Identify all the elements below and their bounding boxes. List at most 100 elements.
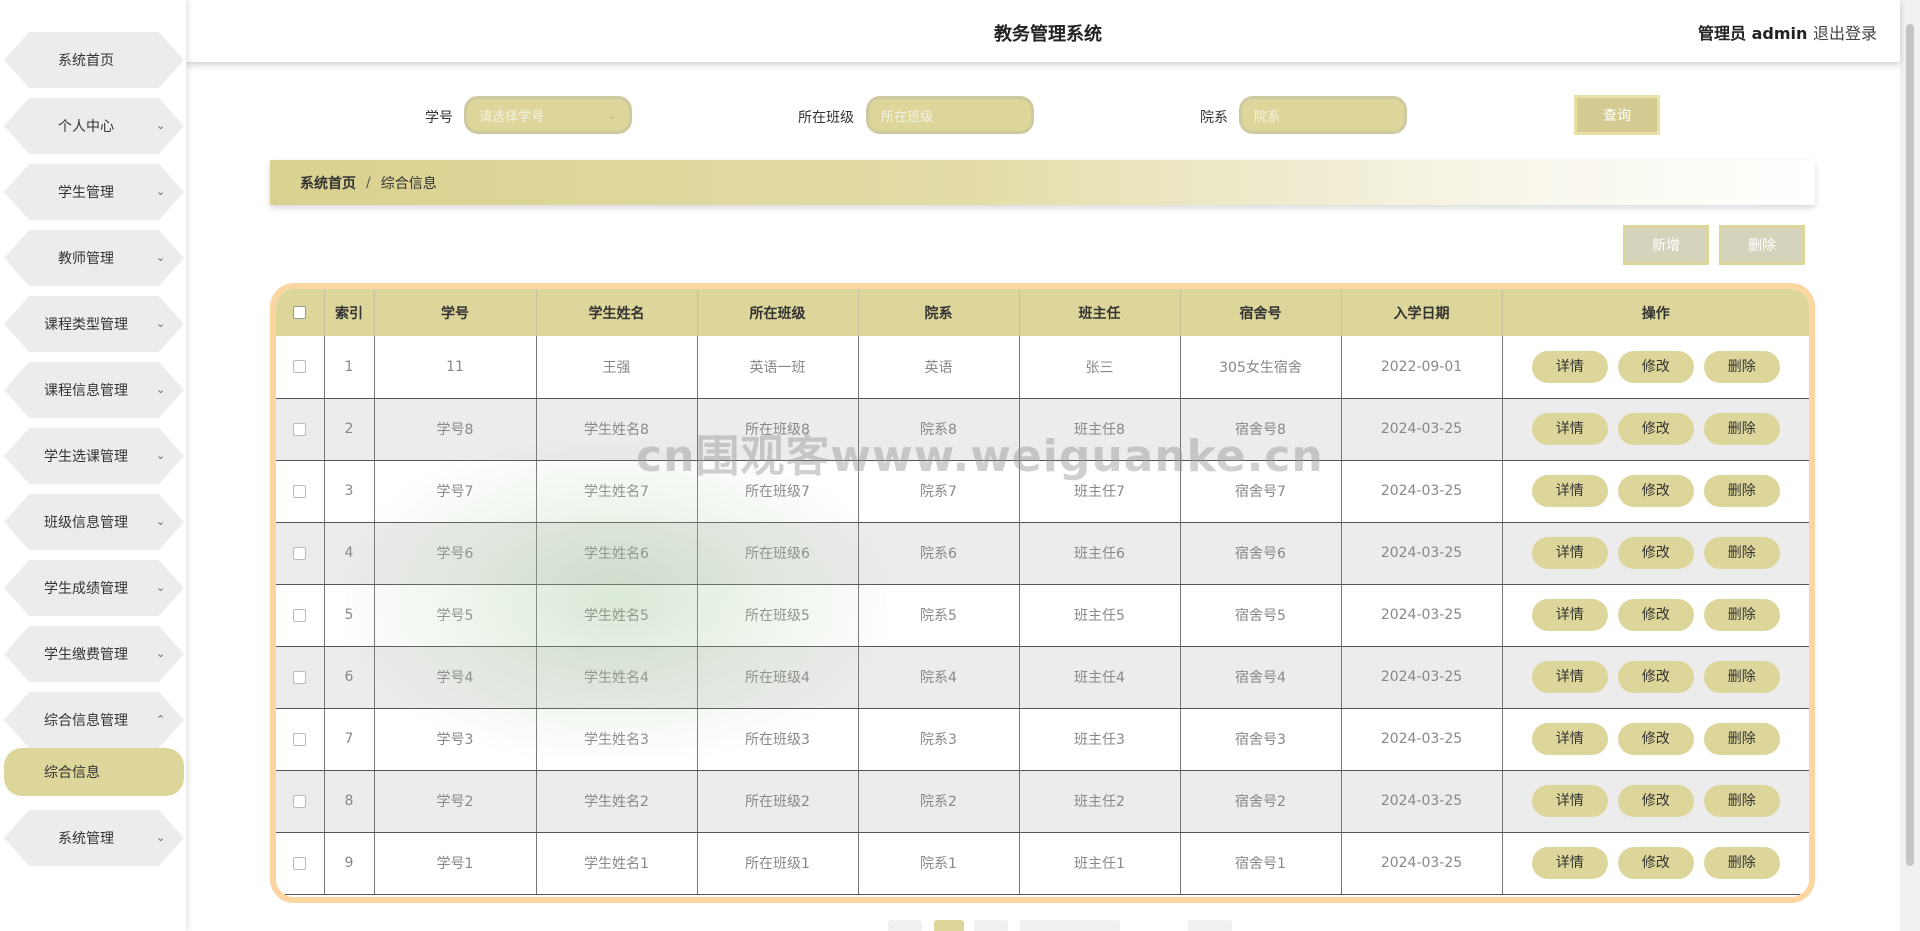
detail-button[interactable]: 详情 — [1531, 599, 1608, 631]
delete-button[interactable]: 删除 — [1703, 661, 1780, 693]
sidebar-item-label: 班级信息管理 — [44, 515, 128, 531]
delete-button[interactable]: 删除 — [1703, 537, 1780, 569]
row-checkbox[interactable] — [293, 422, 307, 436]
pager-next-button[interactable] — [974, 920, 1008, 931]
sidebar-item[interactable]: 系统管理 ⌄ — [4, 810, 184, 866]
row-select-cell — [276, 522, 325, 585]
row-checkbox[interactable] — [293, 732, 307, 746]
select-all-cell — [276, 289, 325, 336]
column-header: 宿舍号 — [1180, 289, 1342, 336]
table-row: 6 学号4 学生姓名4 所在班级4 院系4 班主任4 宿舍号4 2024-03-25 详情 修改删… — [276, 646, 1809, 709]
pager-size-select[interactable] — [1020, 920, 1120, 931]
cell-name: 学生姓名5 — [536, 584, 698, 647]
cell-name: 学生姓名4 — [536, 646, 698, 709]
delete-button[interactable]: 删除 — [1703, 475, 1780, 507]
cell-date: 2024-03-25 — [1341, 832, 1503, 895]
dept-placeholder: 院系 — [1254, 109, 1281, 125]
sidebar-item[interactable]: 学生选课管理 ⌄ — [4, 428, 184, 484]
edit-button[interactable]: 修改 — [1617, 785, 1694, 817]
sidebar-item[interactable]: 学生管理 ⌄ — [4, 164, 184, 220]
query-button[interactable]: 查询 — [1574, 95, 1660, 135]
breadcrumb-home[interactable]: 系统首页 — [300, 173, 356, 193]
sidebar-item[interactable]: 学生缴费管理 ⌄ — [4, 626, 184, 682]
delete-button[interactable]: 删除 — [1703, 350, 1780, 383]
edit-button[interactable]: 修改 — [1617, 413, 1694, 445]
sidebar-item[interactable]: 班级信息管理 ⌄ — [4, 494, 184, 550]
detail-button[interactable]: 详情 — [1531, 847, 1608, 879]
cell-dorm: 宿舍号7 — [1180, 460, 1342, 523]
edit-button[interactable]: 修改 — [1617, 475, 1694, 507]
pager-page-active[interactable] — [934, 920, 964, 931]
sidebar-item[interactable]: 系统首页 — [4, 32, 184, 88]
chevron-down-icon: ⌄ — [156, 448, 166, 462]
dept-input[interactable]: 院系 — [1239, 96, 1407, 134]
sidebar-item[interactable]: 教师管理 ⌄ — [4, 230, 184, 286]
row-checkbox[interactable] — [293, 608, 307, 622]
sidebar-item[interactable]: 综合信息管理 ⌃ — [4, 692, 184, 748]
edit-button[interactable]: 修改 — [1617, 537, 1694, 569]
edit-button[interactable]: 修改 — [1617, 661, 1694, 693]
cell-dorm: 宿舍号5 — [1180, 584, 1342, 647]
select-all-checkbox[interactable] — [293, 306, 307, 319]
delete-button[interactable]: 删除 — [1703, 847, 1780, 879]
cell-date: 2024-03-25 — [1341, 646, 1503, 709]
sidebar-item[interactable]: 学生成绩管理 ⌄ — [4, 560, 184, 616]
batch-delete-button[interactable]: 删除 — [1719, 225, 1805, 265]
detail-button[interactable]: 详情 — [1531, 785, 1608, 817]
add-button[interactable]: 新增 — [1623, 225, 1709, 265]
current-user: 管理员 admin — [1698, 24, 1808, 43]
sidebar-subitem-active[interactable]: 综合信息 — [4, 748, 184, 796]
cell-dorm: 宿舍号6 — [1180, 522, 1342, 585]
delete-button[interactable]: 删除 — [1703, 723, 1780, 755]
chevron-down-icon: ⌄ — [156, 830, 166, 844]
class-input[interactable]: 所在班级 — [866, 96, 1034, 134]
logout-link[interactable]: 退出登录 — [1813, 20, 1877, 44]
cell-index: 8 — [324, 770, 375, 833]
delete-button[interactable]: 删除 — [1703, 413, 1780, 445]
detail-button[interactable]: 详情 — [1531, 661, 1608, 693]
edit-button[interactable]: 修改 — [1617, 350, 1694, 383]
sidebar-item-label: 个人中心 — [58, 119, 114, 135]
sidebar-item[interactable]: 个人中心 ⌄ — [4, 98, 184, 154]
row-checkbox[interactable] — [293, 856, 307, 870]
sidebar-item[interactable]: 课程信息管理 ⌄ — [4, 362, 184, 418]
detail-button[interactable]: 详情 — [1531, 350, 1608, 383]
edit-button[interactable]: 修改 — [1617, 847, 1694, 879]
pager-prev-button[interactable] — [888, 920, 922, 931]
detail-button[interactable]: 详情 — [1531, 723, 1608, 755]
cell-head-teacher: 班主任3 — [1019, 708, 1181, 771]
cell-dept: 院系7 — [858, 460, 1020, 523]
chevron-down-icon: ⌄ — [156, 382, 166, 396]
row-actions-cell: 详情 修改 删除 — [1502, 522, 1809, 585]
table-row: 4 学号6 学生姓名6 所在班级6 院系6 班主任6 宿舍号6 2024-03-25 详情 修改删… — [276, 522, 1809, 585]
detail-button[interactable]: 详情 — [1531, 475, 1608, 507]
row-checkbox[interactable] — [293, 360, 307, 374]
delete-button[interactable]: 删除 — [1703, 785, 1780, 817]
row-checkbox[interactable] — [293, 794, 307, 808]
cell-head-teacher: 班主任6 — [1019, 522, 1181, 585]
cell-dorm: 305女生宿舍 — [1180, 336, 1342, 399]
column-header: 学生姓名 — [536, 289, 698, 336]
sidebar-item[interactable]: 课程类型管理 ⌄ — [4, 296, 184, 352]
table-row: 2 学号8 学生姓名8 所在班级8 院系8 班主任8 宿舍号8 2024-03-25 详情 修改删… — [276, 398, 1809, 461]
edit-button[interactable]: 修改 — [1617, 723, 1694, 755]
cell-dept: 院系8 — [858, 398, 1020, 461]
scrollbar-thumb[interactable] — [1906, 24, 1914, 866]
sidebar-item-label: 教师管理 — [58, 251, 114, 267]
detail-button[interactable]: 详情 — [1531, 537, 1608, 569]
student-no-select[interactable]: 请选择学号 ⌄ — [464, 96, 632, 134]
cell-student-no: 学号6 — [374, 522, 537, 585]
cell-name: 学生姓名1 — [536, 832, 698, 895]
detail-button[interactable]: 详情 — [1531, 413, 1608, 445]
row-select-cell — [276, 770, 325, 833]
row-checkbox[interactable] — [293, 484, 307, 498]
cell-class: 所在班级2 — [697, 770, 859, 833]
pager-jump-input[interactable] — [1188, 920, 1232, 931]
edit-button[interactable]: 修改 — [1617, 599, 1694, 631]
chevron-down-icon: ⌄ — [156, 118, 166, 132]
row-select-cell — [276, 398, 325, 461]
delete-button[interactable]: 删除 — [1703, 599, 1780, 631]
header-bar: 教务管理系统 管理员 admin 退出登录 — [186, 0, 1900, 62]
row-checkbox[interactable] — [293, 670, 307, 684]
row-checkbox[interactable] — [293, 546, 307, 560]
